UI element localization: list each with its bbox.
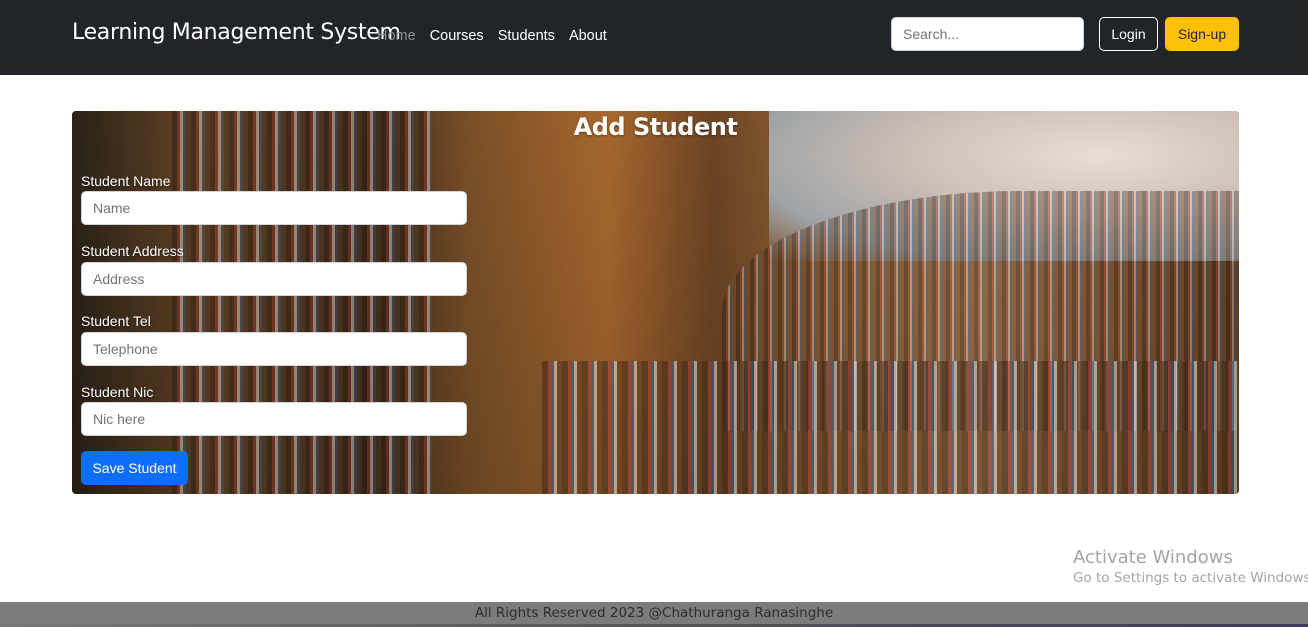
student-nic-label: Student Nic	[81, 384, 154, 400]
nav-link-about[interactable]: About	[569, 28, 607, 44]
student-name-input[interactable]	[81, 191, 467, 225]
form-title: Add Student	[573, 113, 738, 141]
watermark-subtitle: Go to Settings to activate Windows.	[1073, 570, 1308, 586]
add-student-card: Add Student Student Name Student Address…	[72, 111, 1239, 494]
save-student-button[interactable]: Save Student	[81, 451, 188, 485]
nav-link-home[interactable]: Home	[377, 28, 416, 44]
search-input[interactable]	[891, 17, 1084, 51]
student-address-label: Student Address	[81, 243, 184, 259]
nav-links: Home Courses Students About	[377, 28, 607, 44]
login-button[interactable]: Login	[1099, 17, 1158, 51]
background-bookshelf-left	[172, 111, 432, 494]
student-tel-label: Student Tel	[81, 313, 151, 329]
background-bookshelf-lower	[542, 361, 1239, 494]
student-nic-input[interactable]	[81, 402, 467, 436]
student-tel-input[interactable]	[81, 332, 467, 366]
student-address-input[interactable]	[81, 262, 467, 296]
watermark-title: Activate Windows	[1073, 547, 1233, 568]
student-name-label: Student Name	[81, 173, 171, 189]
brand-title[interactable]: Learning Management System	[72, 20, 401, 45]
activate-windows-watermark: Activate Windows Go to Settings to activ…	[1073, 547, 1308, 586]
footer-text: All Rights Reserved 2023 @Chathuranga Ra…	[474, 605, 834, 621]
signup-button[interactable]: Sign-up	[1165, 17, 1239, 51]
navbar: Learning Management System Home Courses …	[0, 0, 1308, 75]
nav-link-courses[interactable]: Courses	[430, 28, 484, 44]
nav-link-students[interactable]: Students	[498, 28, 555, 44]
